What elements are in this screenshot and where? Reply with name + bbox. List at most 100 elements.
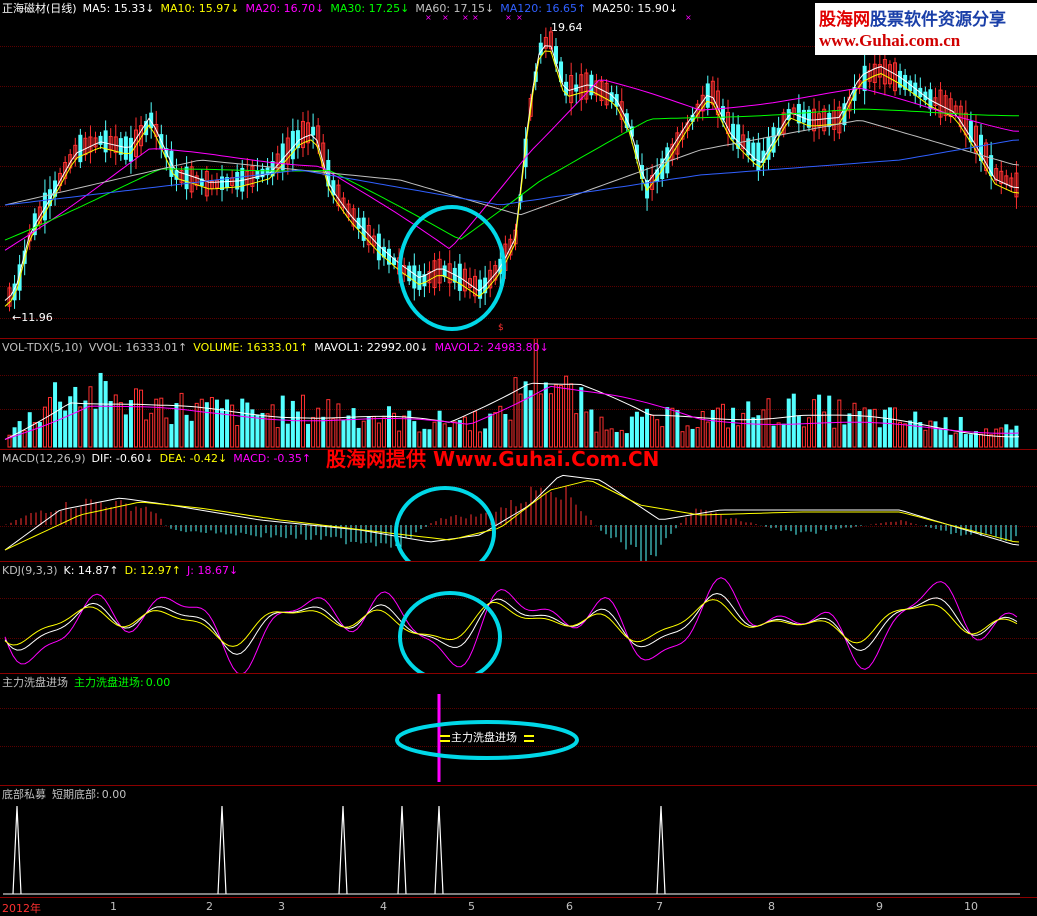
kdj-item-1: D: 12.97↑ — [124, 564, 182, 577]
volume-bar — [326, 399, 331, 448]
volume-bar — [710, 410, 715, 448]
volume-bar — [837, 399, 842, 448]
date-axis-label-9: 9 — [876, 900, 883, 913]
volume-bar — [306, 423, 311, 448]
kdj-panel[interactable]: KDJ(9,3,3) K: 14.87↑ D: 12.97↑ J: 18.67↓ — [0, 561, 1037, 674]
macd-item-1: DEA: -0.42↓ — [159, 452, 228, 465]
volume-bar — [872, 408, 877, 448]
volume-bar — [791, 393, 796, 448]
volume-bar — [103, 381, 108, 448]
volume-bar — [255, 414, 260, 448]
ma-item-2: MA20: 16.70↓ — [245, 2, 325, 15]
volume-bar — [42, 406, 47, 448]
volume-bar — [113, 394, 118, 448]
volume-bar — [979, 433, 984, 448]
candle-body — [98, 135, 103, 145]
volume-bar — [134, 388, 138, 448]
volume-bar — [746, 401, 751, 448]
candle-body — [412, 265, 417, 289]
date-axis-label-7: 7 — [656, 900, 663, 913]
wash-marker-right — [524, 740, 534, 742]
volume-bar — [123, 414, 128, 448]
volume-bar — [867, 409, 872, 448]
candle-body — [290, 130, 295, 160]
volume-bar — [118, 402, 123, 448]
volume-bar — [994, 428, 999, 448]
bottom-signal-chart[interactable] — [0, 786, 1037, 898]
volume-bar — [437, 410, 442, 448]
volume-bar — [827, 395, 832, 448]
bottom-header: 底部私募 短期底部: 0.00 — [2, 788, 132, 801]
volume-bar — [852, 402, 857, 448]
high-price-label: 19.64 — [551, 21, 583, 34]
bottom-signal-panel[interactable]: 底部私募 短期底部: 0.00 — [0, 785, 1037, 897]
volume-chart[interactable] — [0, 339, 1037, 450]
volume-bar — [665, 407, 670, 448]
ma60-line — [4, 120, 1020, 216]
logo-top: 股海网股票软件资源分享 — [819, 5, 1006, 30]
volume-bar — [781, 423, 786, 448]
volume-bar — [164, 417, 169, 448]
volume-bar — [1009, 429, 1014, 448]
volume-bar — [634, 411, 639, 448]
ma20-line — [4, 79, 1020, 251]
volume-bar — [27, 412, 32, 448]
wash-signal-label: 主力洗盘进场 — [451, 729, 517, 745]
volume-bar — [903, 423, 908, 448]
wash-signal-panel[interactable]: 主力洗盘进场 主力洗盘进场: 0.00 主力洗盘进场 — [0, 673, 1037, 785]
date-axis-label-5: 5 — [468, 900, 475, 913]
wash-marker-left — [440, 740, 450, 742]
ma5-line — [4, 45, 1020, 301]
volume-bar — [771, 425, 776, 448]
kdj-chart[interactable] — [0, 562, 1037, 674]
volume-bar — [705, 421, 710, 448]
macd-item-2: MACD: -0.35↑ — [233, 452, 312, 465]
volume-bar — [832, 427, 837, 448]
date-axis-label-8: 8 — [768, 900, 775, 913]
volume-bar — [88, 386, 93, 448]
candle-body — [128, 137, 133, 162]
volume-bar — [336, 403, 341, 448]
ma-item-5: MA120: 16.65↑ — [500, 2, 587, 15]
volume-bar — [660, 426, 665, 448]
volume-bar — [78, 406, 83, 448]
kdj-item-0: K: 14.87↑ — [63, 564, 119, 577]
volume-bar — [32, 422, 37, 448]
volume-bar — [235, 425, 240, 448]
logo-brand: 股海网 — [819, 10, 870, 30]
volume-bar — [194, 402, 199, 448]
wash-indicator-name: 主力洗盘进场 — [2, 676, 68, 689]
ma-item-0: MA5: 15.33↓ — [82, 2, 155, 15]
volume-bar — [204, 402, 209, 448]
ma120-line — [4, 139, 1020, 206]
volume-bar — [543, 382, 548, 448]
volume-bar — [736, 425, 741, 448]
volume-bar — [209, 396, 214, 448]
volume-bar — [321, 416, 326, 448]
candle-body — [123, 136, 128, 160]
volume-bar — [12, 427, 17, 448]
volume-bar — [715, 407, 720, 448]
volume-bar — [240, 398, 245, 448]
candle-body — [184, 166, 189, 190]
volume-bar — [179, 392, 184, 448]
volume-bar — [589, 409, 594, 448]
volume-bar — [184, 414, 189, 448]
volume-bar — [776, 422, 781, 448]
volume-bar — [720, 403, 725, 448]
volume-bar — [877, 427, 882, 448]
volume-bar — [53, 382, 58, 448]
volume-bar — [214, 399, 219, 448]
volume-bar — [98, 372, 103, 448]
stock-title: 正海磁材(日线) — [2, 2, 77, 15]
volume-bar — [1004, 424, 1009, 448]
volume-bar — [139, 389, 144, 448]
volume-bar — [538, 393, 543, 448]
vol-item-2: MAVOL1: 22992.00↓ — [314, 341, 429, 354]
wash-signal-chart[interactable] — [0, 674, 1037, 786]
volume-bar — [285, 423, 290, 448]
volume-bar — [73, 386, 78, 448]
site-logo[interactable]: 股海网股票软件资源分享 www.Guhai.com.cn — [815, 3, 1037, 55]
volume-bar — [311, 416, 316, 448]
volume-panel[interactable]: VOL-TDX(5,10) VVOL: 16333.01↑ VOLUME: 1633… — [0, 338, 1037, 449]
